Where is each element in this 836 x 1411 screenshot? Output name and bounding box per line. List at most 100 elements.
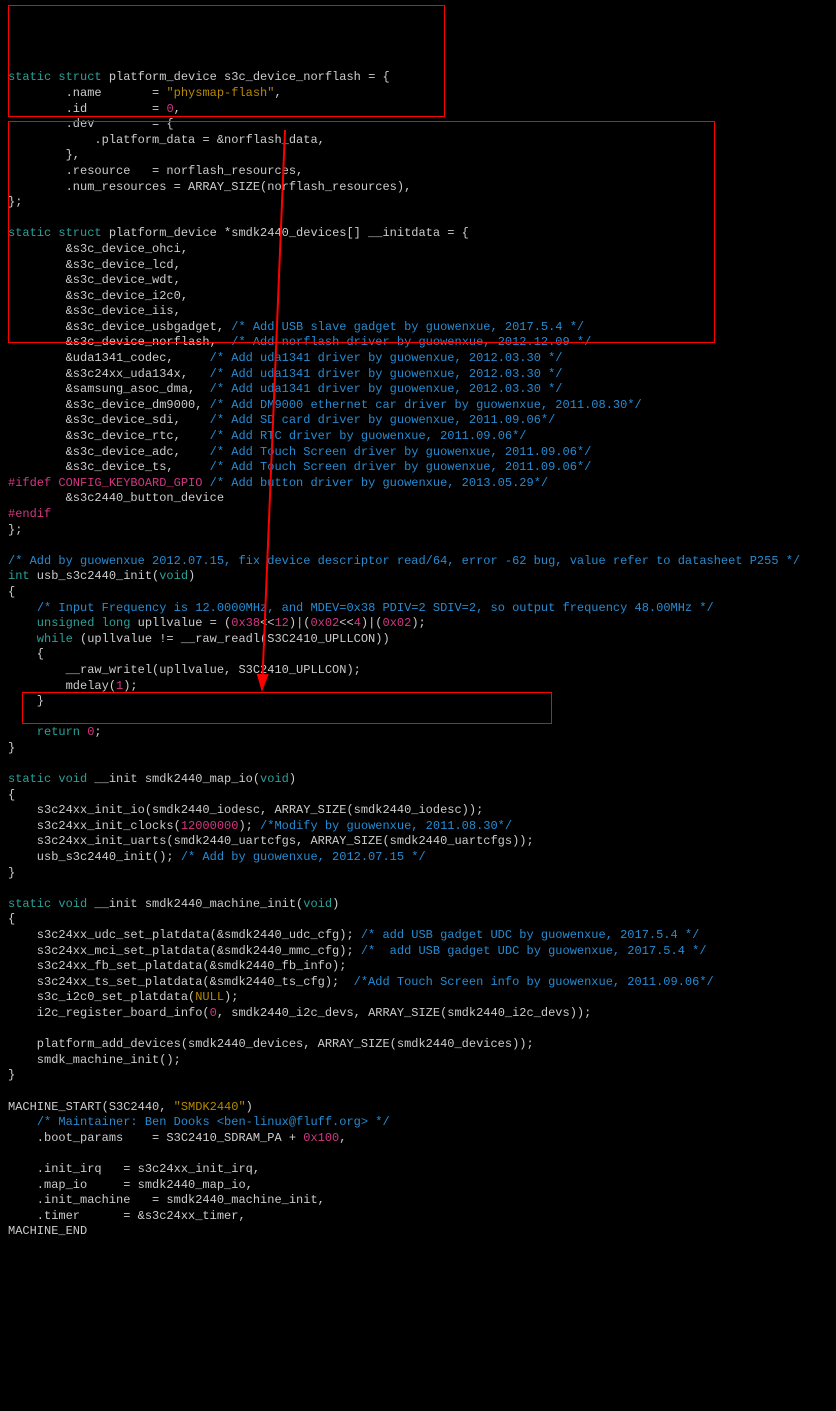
- number-literal: 0x38: [231, 616, 260, 630]
- comment: /*Add Touch Screen info by guowenxue, 20…: [354, 975, 714, 989]
- string-literal: "SMDK2440": [174, 1100, 246, 1114]
- code-text: ,: [174, 102, 181, 116]
- code-viewer: static struct platform_device s3c_device…: [8, 70, 828, 1240]
- code-text: s3c24xx_init_uarts(smdk2440_uartcfgs, AR…: [8, 834, 534, 848]
- code-text: );: [224, 990, 238, 1004]
- comment: /* Add Touch Screen driver by guowenxue,…: [210, 445, 592, 459]
- code-text: &s3c_device_sdi,: [8, 413, 210, 427]
- code-text: }: [8, 866, 15, 880]
- code-text: ): [289, 772, 296, 786]
- code-text: .resource = norflash_resources,: [8, 164, 303, 178]
- keyword: static void: [8, 897, 87, 911]
- code-text: s3c_i2c0_set_platdata(: [8, 990, 195, 1004]
- keyword: while: [8, 632, 73, 646]
- code-text: [8, 1115, 37, 1129]
- code-text: .map_io = smdk2440_map_io,: [8, 1178, 253, 1192]
- code-text: s3c24xx_mci_set_platdata(&smdk2440_mmc_c…: [8, 944, 361, 958]
- code-text: .dev = {: [8, 117, 174, 131]
- code-text: }: [8, 694, 44, 708]
- code-text: .init_irq = s3c24xx_init_irq,: [8, 1162, 260, 1176]
- keyword: void: [303, 897, 332, 911]
- preprocessor: #ifdef CONFIG_KEYBOARD_GPIO: [8, 476, 202, 490]
- string-literal: "physmap-flash": [166, 86, 274, 100]
- code-text: {: [8, 585, 15, 599]
- comment: /*Modify by guowenxue, 2011.08.30*/: [260, 819, 512, 833]
- code-text: <<: [339, 616, 353, 630]
- code-text: {: [8, 647, 44, 661]
- code-text: &s3c_device_ohci,: [8, 242, 188, 256]
- code-text: };: [8, 195, 22, 209]
- code-text: &s3c_device_ts,: [8, 460, 210, 474]
- code-text: &s3c24xx_uda134x,: [8, 367, 210, 381]
- code-text: &samsung_asoc_dma,: [8, 382, 210, 396]
- comment: /* add USB gadget UDC by guowenxue, 2017…: [361, 928, 699, 942]
- code-text: upllvalue = (: [130, 616, 231, 630]
- comment: /* Maintainer: Ben Dooks <ben-linux@fluf…: [37, 1115, 390, 1129]
- comment: /* Add DM9000 ethernet car driver by guo…: [210, 398, 642, 412]
- code-text: );: [238, 819, 260, 833]
- number-literal: 12: [274, 616, 288, 630]
- code-text: &s3c_device_wdt,: [8, 273, 181, 287]
- code-text: i2c_register_board_info(: [8, 1006, 210, 1020]
- keyword: unsigned long: [8, 616, 130, 630]
- identifier: NULL: [195, 990, 224, 1004]
- code-text: .num_resources = ARRAY_SIZE(norflash_res…: [8, 180, 411, 194]
- comment: /* Input Frequency is 12.0000MHz, and MD…: [37, 601, 714, 615]
- code-text: ): [188, 569, 195, 583]
- code-text: );: [411, 616, 425, 630]
- number-literal: 12000000: [181, 819, 239, 833]
- keyword: void: [159, 569, 188, 583]
- code-text: &s3c_device_rtc,: [8, 429, 210, 443]
- comment: /* add USB gadget UDC by guowenxue, 2017…: [361, 944, 707, 958]
- keyword: static struct: [8, 70, 102, 84]
- number-literal: 0: [210, 1006, 217, 1020]
- code-text: usb_s3c2440_init();: [8, 850, 181, 864]
- code-text: },: [8, 148, 80, 162]
- number-literal: 0x100: [303, 1131, 339, 1145]
- code-text: {: [8, 912, 15, 926]
- number-literal: 0x02: [310, 616, 339, 630]
- code-text: s3c24xx_udc_set_platdata(&smdk2440_udc_c…: [8, 928, 361, 942]
- keyword: return: [8, 725, 87, 739]
- code-text: , smdk2440_i2c_devs, ARRAY_SIZE(smdk2440…: [217, 1006, 591, 1020]
- code-text: .name =: [8, 86, 166, 100]
- code-text: &s3c_device_usbgadget,: [8, 320, 231, 334]
- code-text: &s3c_device_iis,: [8, 304, 181, 318]
- code-text: &s3c_device_adc,: [8, 445, 210, 459]
- code-text: smdk_machine_init();: [8, 1053, 181, 1067]
- code-text: .boot_params = S3C2410_SDRAM_PA +: [8, 1131, 303, 1145]
- code-text: ,: [274, 86, 281, 100]
- code-text: ): [246, 1100, 253, 1114]
- preprocessor: #endif: [8, 507, 51, 521]
- comment: /* Add button driver by guowenxue, 2013.…: [202, 476, 548, 490]
- code-text: );: [123, 679, 137, 693]
- code-text: s3c24xx_init_clocks(: [8, 819, 181, 833]
- code-text: __init smdk2440_machine_init(: [87, 897, 303, 911]
- number-literal: 0: [166, 102, 173, 116]
- code-text: s3c24xx_init_io(smdk2440_iodesc, ARRAY_S…: [8, 803, 483, 817]
- comment: /* Add uda1341 driver by guowenxue, 2012…: [210, 367, 563, 381]
- code-text: ;: [94, 725, 101, 739]
- code-text: (upllvalue != __raw_readl(S3C2410_UPLLCO…: [73, 632, 390, 646]
- code-text: {: [8, 788, 15, 802]
- code-text: __raw_writel(upllvalue, S3C2410_UPLLCON)…: [8, 663, 361, 677]
- code-text: platform_device s3c_device_norflash = {: [102, 70, 390, 84]
- comment: /* Add norflash driver by guowenxue, 201…: [231, 335, 591, 349]
- code-text: &s3c_device_norflash,: [8, 335, 231, 349]
- code-text: )|(: [361, 616, 383, 630]
- code-text: s3c24xx_fb_set_platdata(&smdk2440_fb_inf…: [8, 959, 346, 973]
- code-text: __init smdk2440_map_io(: [87, 772, 260, 786]
- code-text: usb_s3c2440_init(: [30, 569, 160, 583]
- number-literal: 4: [354, 616, 361, 630]
- comment: /* Add Touch Screen driver by guowenxue,…: [210, 460, 592, 474]
- number-literal: 0x02: [383, 616, 412, 630]
- comment: /* Add by guowenxue, 2012.07.15 */: [181, 850, 426, 864]
- code-text: };: [8, 523, 22, 537]
- code-text: platform_device *smdk2440_devices[] __in…: [102, 226, 469, 240]
- code-text: .timer = &s3c24xx_timer,: [8, 1209, 246, 1223]
- keyword: static struct: [8, 226, 102, 240]
- code-text: &s3c_device_i2c0,: [8, 289, 188, 303]
- comment: /* Add USB slave gadget by guowenxue, 20…: [231, 320, 584, 334]
- code-text: platform_add_devices(smdk2440_devices, A…: [8, 1037, 534, 1051]
- keyword: void: [260, 772, 289, 786]
